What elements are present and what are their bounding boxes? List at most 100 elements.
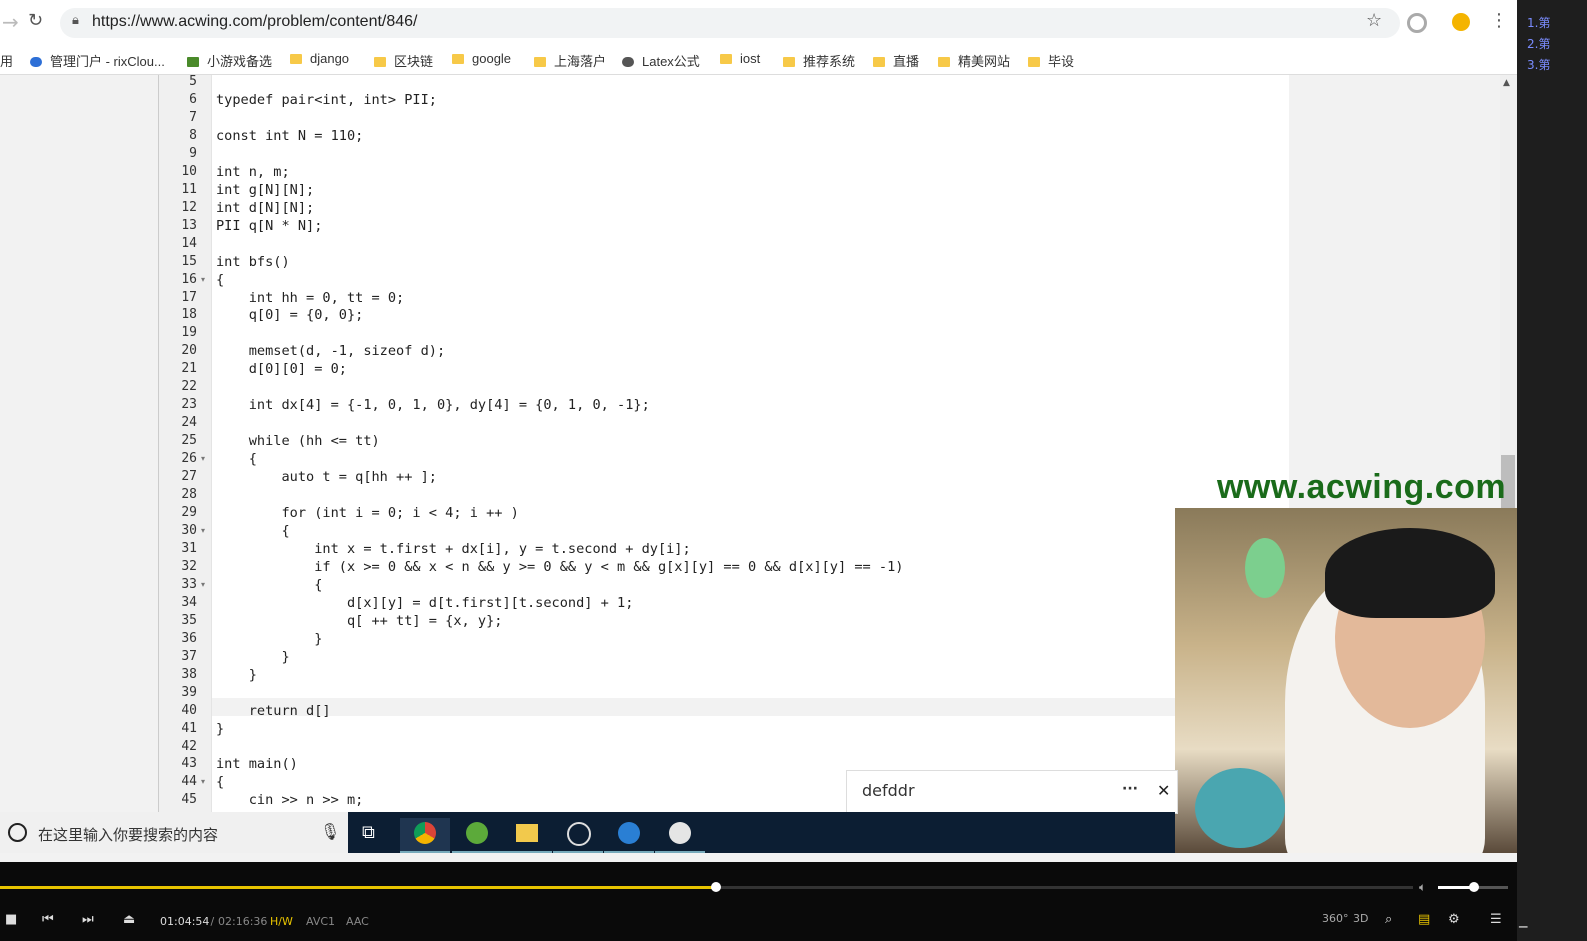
code-line[interactable]: int g[N][N]; [216,182,314,198]
bookmark-folder[interactable]: google [452,51,511,66]
hw-badge[interactable]: H/W [270,915,293,928]
bookmark-folder[interactable]: 推荐系统 [783,51,855,70]
close-icon[interactable]: ✕ [1157,781,1170,800]
chrome-taskbar-icon[interactable] [400,818,450,853]
code-line[interactable]: } [216,721,224,737]
subtitle-icon[interactable]: ▤ [1418,912,1430,927]
code-line[interactable]: int dx[4] = {-1, 0, 1, 0}, dy[4] = {0, 1… [216,397,650,413]
bookmarks-bar: 用 管理门户 - rixClou... 小游戏备选 django 区块链 goo… [0,44,1517,75]
fold-toggle-icon[interactable]: ▾ [201,454,205,463]
obs-taskbar-icon[interactable] [553,818,603,853]
code-line[interactable]: auto t = q[hh ++ ]; [216,469,437,485]
code-line[interactable]: d[0][0] = 0; [216,361,347,377]
task-view-icon[interactable]: ⧉ [362,822,375,843]
code-line[interactable]: int bfs() [216,254,290,270]
code-editor[interactable]: 5 6 7 8 9 10 11 12 13 14 15 16 ▾ 17 18 19 20 21 22 23 24 25 26… [158,75,1289,815]
code-line[interactable]: int main() [216,756,298,772]
gear-icon[interactable]: ⚙︎ [1448,912,1460,927]
lock-icon[interactable]: 🔒︎ [72,13,79,28]
playlist-item[interactable]: 2.第 [1527,35,1550,52]
volume-slider[interactable] [1438,882,1508,892]
bookmark-folder[interactable]: 精美网站 [938,51,1010,70]
code-line[interactable]: while (hh <= tt) [216,433,380,449]
seek-bar[interactable] [0,882,1413,892]
bookmark-folder[interactable]: 毕设 [1028,51,1074,70]
code-line[interactable]: { [216,272,224,288]
forward-icon[interactable]: → [2,10,19,34]
code-line[interactable]: if (x >= 0 && x < n && y >= 0 && y < m &… [216,559,903,575]
taskbar-search-box[interactable]: 在这里输入你要搜索的内容 🎙︎ [0,812,348,853]
avatar-icon[interactable] [1452,13,1470,31]
player-controls: ■ ⏮︎ ⏭︎ ⏏︎ 01:04:54 / 02:16:36 H/W AVC1 … [0,907,1517,941]
code-line[interactable]: { [216,523,289,539]
code-line[interactable]: PII q[N * N]; [216,218,322,234]
code-line[interactable]: { [216,774,224,790]
code-line[interactable]: q[0] = {0, 0}; [216,307,364,323]
code-line[interactable]: q[ ++ tt] = {x, y}; [216,613,503,629]
extension-icon[interactable] [1407,13,1427,33]
bookmark-item[interactable]: 管理门户 - rixClou... [30,51,165,70]
code-line[interactable]: } [216,667,257,683]
stop-icon[interactable]: ■ [5,912,17,927]
paint-taskbar-icon[interactable] [655,818,705,853]
reload-icon[interactable]: ↻ [28,10,43,31]
code-line[interactable]: typedef pair<int, int> PII; [216,92,437,108]
playlist-item[interactable]: 3.第 [1527,56,1550,73]
code-line[interactable]: int hh = 0, tt = 0; [216,290,405,306]
code-line[interactable]: } [216,649,289,665]
url-text[interactable]: https://www.acwing.com/problem/content/8… [92,13,418,31]
bookmark-folder[interactable]: iost [720,51,760,66]
bookmark-item[interactable]: 小游戏备选 [187,51,272,70]
fold-toggle-icon[interactable]: ▾ [201,526,205,535]
volume-knob[interactable] [1469,882,1480,892]
bookmark-item[interactable]: Latex公式 [622,51,700,70]
star-icon[interactable]: ☆ [1366,10,1382,31]
code-line[interactable]: for (int i = 0; i < 4; i ++ ) [216,505,518,521]
line-number: 38 [181,666,197,682]
seek-knob[interactable] [711,882,722,892]
volume-icon[interactable]: 🔈︎ [1419,880,1426,895]
menu-icon[interactable]: ⋮ [1490,10,1508,31]
search-icon[interactable]: ⌕ [1385,912,1392,927]
app-taskbar-icon[interactable] [452,818,502,853]
active-line-highlight [212,698,1289,716]
vr360-button[interactable]: 360° [1322,912,1349,925]
code-line[interactable]: cin >> n >> m; [216,792,364,808]
more-icon[interactable]: ··· [1122,781,1138,797]
code-line[interactable]: } [216,631,322,647]
code-line[interactable]: return d[] [216,703,331,719]
search-input[interactable]: 在这里输入你要搜索的内容 [38,824,218,845]
code-line[interactable]: { [216,451,257,467]
line-number: 33 [181,576,197,592]
code-line[interactable]: memset(d, -1, sizeof d); [216,343,445,359]
line-number: 35 [181,612,197,628]
line-number: 15 [181,253,197,269]
next-icon[interactable]: ⏭︎ [82,912,94,927]
fold-toggle-icon[interactable]: ▾ [201,777,205,786]
playlist-icon[interactable]: ☰ [1490,912,1502,927]
previous-icon[interactable]: ⏮︎ [42,912,54,927]
line-number: 32 [181,558,197,574]
bookmark-folder[interactable]: 上海落户 [534,51,606,70]
scroll-up-icon[interactable]: ▲ [1503,78,1510,88]
3d-button[interactable]: 3D [1353,912,1368,925]
code-line[interactable]: int d[N][N]; [216,200,314,216]
bookmark-folder[interactable]: django [290,51,349,66]
code-line[interactable]: int n, m; [216,164,290,180]
page-scrollbar[interactable] [1500,75,1517,515]
code-line[interactable]: { [216,577,322,593]
microphone-icon[interactable]: 🎙︎ [320,822,340,841]
bookmark-folder[interactable]: 直播 [873,51,919,70]
fold-toggle-icon[interactable]: ▾ [201,580,205,589]
playlist-item[interactable]: 1.第 [1527,14,1550,31]
code-line[interactable]: const int N = 110; [216,128,363,144]
file-explorer-taskbar-icon[interactable] [502,818,552,853]
eject-icon[interactable]: ⏏︎ [123,912,135,927]
bookmark-apps[interactable]: 用 [0,51,13,70]
fold-toggle-icon[interactable]: ▾ [201,275,205,284]
bookmark-folder[interactable]: 区块链 [374,51,433,70]
globe-taskbar-icon[interactable] [604,818,654,853]
minimize-icon[interactable]: ▁ [1519,915,1527,928]
code-line[interactable]: d[x][y] = d[t.first][t.second] + 1; [216,595,633,611]
code-line[interactable]: int x = t.first + dx[i], y = t.second + … [216,541,690,557]
